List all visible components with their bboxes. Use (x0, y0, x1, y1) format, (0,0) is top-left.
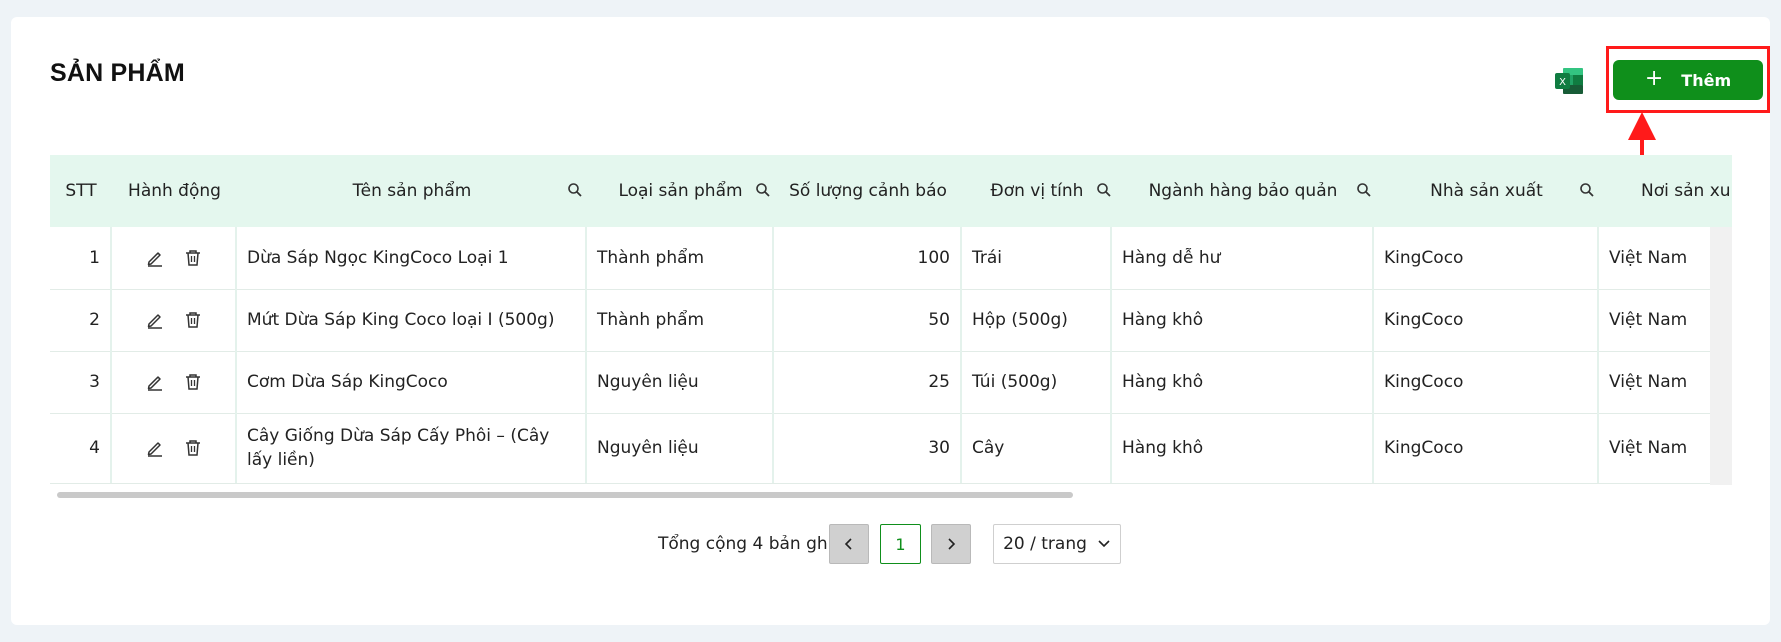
cell-maker: KingCoco (1374, 227, 1599, 289)
cell-category: Hàng khô (1112, 289, 1374, 351)
chevron-right-icon (948, 538, 956, 550)
add-button-label: Thêm (1681, 70, 1732, 90)
delete-icon[interactable] (183, 438, 203, 458)
header-type-label: Loại sản phẩm (618, 181, 743, 201)
table-row: 4 Cây Giống Dừa Sáp Cấy Phôi – (Cây lấy … (50, 413, 1710, 484)
cell-qty: 25 (774, 351, 962, 413)
cell-category: Hàng khô (1112, 413, 1374, 483)
cell-actions (112, 227, 237, 289)
search-icon[interactable] (1096, 182, 1112, 198)
page-title: SẢN PHẨM (50, 59, 185, 87)
header-name[interactable]: Tên sản phẩm (237, 155, 587, 227)
cell-qty: 100 (774, 227, 962, 289)
vertical-scrollbar[interactable] (1710, 227, 1732, 485)
search-icon[interactable] (755, 182, 771, 198)
cell-actions (112, 289, 237, 351)
edit-icon[interactable] (145, 438, 165, 458)
header-maker[interactable]: Nhà sản xuất (1374, 155, 1599, 227)
cell-origin: Việt Nam (1609, 310, 1688, 330)
table-row: 3 Cơm Dừa Sáp KingCoco Nguyên liệu 25 Tú… (50, 351, 1710, 414)
edit-icon[interactable] (145, 248, 165, 268)
cell-stt: 4 (50, 413, 112, 483)
page-size-label: 20 / trang (1003, 534, 1087, 554)
cell-category: Hàng dễ hư (1112, 227, 1374, 289)
search-icon[interactable] (567, 182, 583, 198)
header-type[interactable]: Loại sản phẩm (587, 155, 774, 227)
cell-unit: Cây (962, 413, 1112, 483)
cell-type: Nguyên liệu (587, 351, 774, 413)
chevron-down-icon (1098, 540, 1110, 548)
cell-type: Thành phẩm (587, 289, 774, 351)
cell-category: Hàng khô (1112, 351, 1374, 413)
cell-stt: 3 (50, 351, 112, 413)
table-header: STT Hành động Tên sản phẩm Loại sản phẩm… (50, 155, 1732, 227)
edit-icon[interactable] (145, 372, 165, 392)
cell-stt: 1 (50, 227, 112, 289)
edit-icon[interactable] (145, 310, 165, 330)
add-button[interactable]: + Thêm (1613, 60, 1763, 100)
horizontal-scrollbar[interactable] (57, 492, 1073, 498)
cell-origin: Việt Nam (1609, 372, 1688, 392)
cell-maker: KingCoco (1374, 289, 1599, 351)
cell-actions (112, 413, 237, 483)
add-button-highlight: + Thêm (1606, 46, 1770, 113)
header-unit-label: Đơn vị tính (990, 181, 1084, 201)
header-unit[interactable]: Đơn vị tính (962, 155, 1112, 227)
excel-icon[interactable]: X (1554, 67, 1584, 95)
header-name-label: Tên sản phẩm (352, 181, 472, 201)
header-category[interactable]: Ngành hàng bảo quản (1112, 155, 1374, 227)
table-row: 2 Mứt Dừa Sáp King Coco loại I (500g) Th… (50, 289, 1710, 352)
svg-text:X: X (1559, 77, 1566, 88)
header-maker-label: Nhà sản xuất (1430, 181, 1543, 201)
cell-actions (112, 351, 237, 413)
cell-maker: KingCoco (1374, 413, 1599, 483)
header-origin: Nơi sản xu (1641, 181, 1731, 201)
product-table: STT Hành động Tên sản phẩm Loại sản phẩm… (50, 155, 1732, 485)
cell-origin: Việt Nam (1609, 438, 1688, 458)
table-row: 1 Dừa Sáp Ngọc KingCoco Loại 1 Thành phẩ… (50, 227, 1710, 290)
cell-unit: Hộp (500g) (962, 289, 1112, 351)
cell-unit: Trái (962, 227, 1112, 289)
cell-stt: 2 (50, 289, 112, 351)
delete-icon[interactable] (183, 310, 203, 330)
total-records: Tổng cộng 4 bản ghi (658, 534, 833, 554)
page-size-select[interactable]: 20 / trang (993, 524, 1121, 564)
header-action: Hành động (128, 181, 221, 201)
header-category-label: Ngành hàng bảo quản (1148, 181, 1338, 201)
cell-maker: KingCoco (1374, 351, 1599, 413)
plus-icon: + (1644, 65, 1664, 91)
cell-unit: Túi (500g) (962, 351, 1112, 413)
header-stt: STT (65, 181, 97, 201)
page-1-button[interactable]: 1 (880, 524, 921, 564)
cell-type: Nguyên liệu (587, 413, 774, 483)
header-qty: Số lượng cảnh báo (789, 181, 947, 201)
next-page-button[interactable] (931, 524, 971, 564)
search-icon[interactable] (1356, 182, 1372, 198)
search-icon[interactable] (1579, 182, 1595, 198)
delete-icon[interactable] (183, 372, 203, 392)
cell-type: Thành phẩm (587, 227, 774, 289)
cell-name: Cơm Dừa Sáp KingCoco (237, 351, 587, 413)
cell-name: Cây Giống Dừa Sáp Cấy Phôi – (Cây lấy li… (237, 413, 587, 483)
cell-name: Dừa Sáp Ngọc KingCoco Loại 1 (237, 227, 587, 289)
cell-qty: 30 (774, 413, 962, 483)
chevron-left-icon (844, 538, 852, 550)
cell-name: Mứt Dừa Sáp King Coco loại I (500g) (237, 289, 587, 351)
cell-qty: 50 (774, 289, 962, 351)
cell-origin: Việt Nam (1609, 248, 1688, 268)
prev-page-button[interactable] (829, 524, 869, 564)
delete-icon[interactable] (183, 248, 203, 268)
